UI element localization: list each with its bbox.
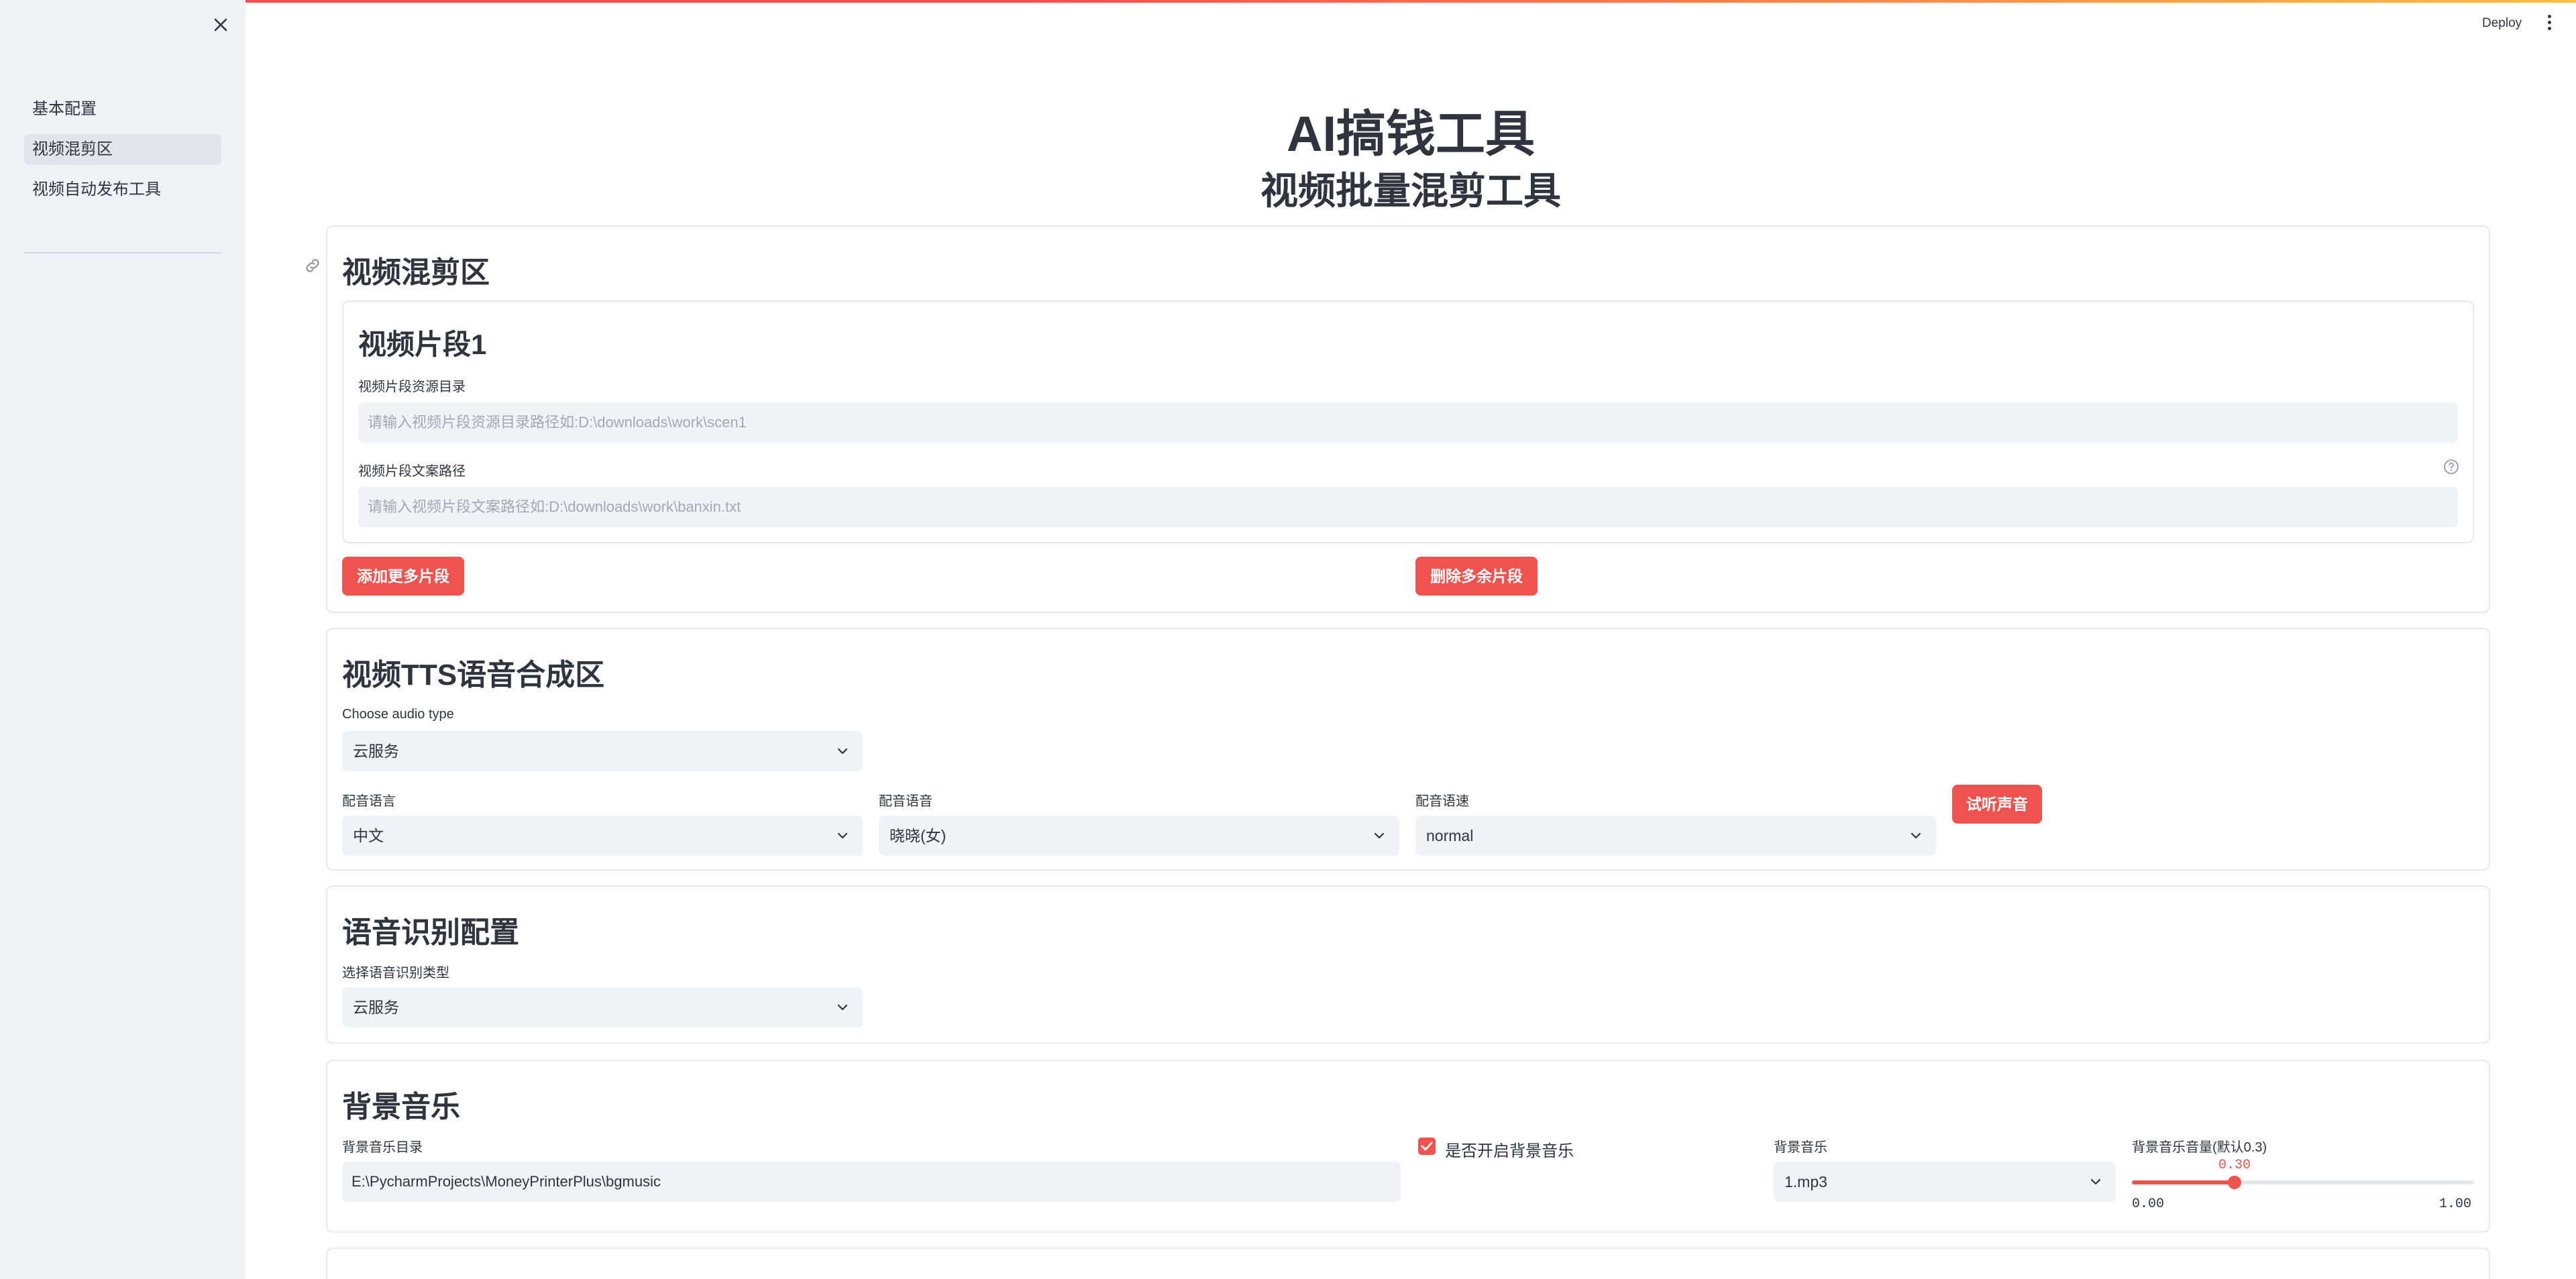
asr-type-label: 选择语音识别类型 [342, 966, 449, 981]
help-icon[interactable] [2443, 459, 2459, 475]
language-label: 配音语言 [342, 794, 396, 809]
bgm-music-value: 1.mp3 [1784, 1173, 1827, 1190]
bgm-dir-label: 背景音乐目录 [342, 1140, 423, 1155]
chevron-down-icon [837, 1004, 848, 1011]
close-icon[interactable] [212, 16, 229, 34]
bgm-section-title: 背景音乐 [342, 1091, 460, 1123]
bgm-volume-value: 0.30 [2218, 1158, 2251, 1173]
bgm-enable-checkbox[interactable] [1418, 1137, 1436, 1155]
video-mix-section-title: 视频混剪区 [342, 256, 490, 289]
bgm-volume-min: 0.00 [2132, 1197, 2165, 1212]
bgm-dir-input[interactable] [342, 1162, 1401, 1202]
chevron-down-icon [837, 748, 848, 755]
audio-type-label: Choose audio type [342, 707, 454, 722]
bgm-volume-fill [2132, 1180, 2235, 1184]
sidebar-item-auto-publish[interactable]: 视频自动发布工具 [24, 174, 221, 205]
language-value: 中文 [353, 827, 384, 844]
tts-section: 视频TTS语音合成区 Choose audio type 云服务 配音语言 中文… [326, 628, 2490, 871]
next-section [326, 1247, 2490, 1279]
bgm-section: 背景音乐 背景音乐目录 是否开启背景音乐 背景音乐 1.mp3 背景音乐音量(默… [326, 1060, 2490, 1233]
segment-dir-input[interactable] [358, 402, 2458, 443]
page-subtitle: 视频批量混剪工具 [1260, 170, 1561, 212]
segment-text-input[interactable] [358, 487, 2458, 527]
chevron-down-icon [837, 832, 848, 839]
vertical-dots-icon[interactable] [2546, 15, 2552, 34]
video-mix-section: 视频混剪区 视频片段1 视频片段资源目录 视频片段文案路径 添加更多片段 删除多… [326, 225, 2490, 613]
speed-label: 配音语速 [1415, 794, 1469, 809]
page-title: AI搞钱工具 [1287, 106, 1535, 162]
segment-text-label: 视频片段文案路径 [358, 464, 466, 479]
bgm-music-label: 背景音乐 [1774, 1140, 1827, 1155]
tts-section-title: 视频TTS语音合成区 [342, 659, 605, 691]
top-decoration-bar [0, 0, 2576, 3]
speed-value: normal [1426, 827, 1474, 844]
segment-dir-label: 视频片段资源目录 [358, 380, 466, 394]
bgm-volume-max: 1.00 [2439, 1197, 2472, 1212]
sidebar-divider [24, 252, 221, 254]
audio-type-value: 云服务 [353, 742, 399, 760]
audio-type-select[interactable]: 云服务 [342, 731, 863, 771]
asr-section-title: 语音识别配置 [342, 916, 519, 949]
deploy-button[interactable]: Deploy [2482, 16, 2522, 31]
bgm-enable-label: 是否开启背景音乐 [1445, 1142, 1574, 1160]
check-icon [1421, 1142, 1433, 1151]
remove-segment-button[interactable]: 删除多余片段 [1415, 557, 1538, 596]
chevron-down-icon [2090, 1178, 2101, 1185]
voice-value: 晓晓(女) [890, 827, 947, 844]
asr-type-value: 云服务 [353, 999, 399, 1016]
sidebar-nav: 基本配置 视频混剪区 视频自动发布工具 [24, 94, 221, 215]
add-segment-button[interactable]: 添加更多片段 [342, 557, 464, 596]
chevron-down-icon [1911, 832, 1921, 839]
asr-section: 语音识别配置 选择语音识别类型 云服务 [326, 885, 2490, 1044]
link-icon[interactable] [303, 256, 322, 275]
chevron-down-icon [1374, 832, 1385, 839]
video-segment-card: 视频片段1 视频片段资源目录 视频片段文案路径 [342, 300, 2474, 543]
bgm-music-select[interactable]: 1.mp3 [1774, 1162, 2116, 1202]
preview-voice-button[interactable]: 试听声音 [1952, 785, 2042, 824]
sidebar: 基本配置 视频混剪区 视频自动发布工具 [0, 0, 246, 1279]
voice-label: 配音语音 [879, 794, 932, 809]
segment-title: 视频片段1 [358, 329, 487, 360]
bgm-volume-thumb[interactable] [2228, 1176, 2241, 1189]
sidebar-item-video-mix[interactable]: 视频混剪区 [24, 134, 221, 165]
sidebar-item-basic-config[interactable]: 基本配置 [24, 94, 221, 125]
asr-type-select[interactable]: 云服务 [342, 987, 863, 1027]
bgm-volume-label: 背景音乐音量(默认0.3) [2132, 1140, 2267, 1155]
speed-select[interactable]: normal [1415, 816, 1936, 856]
voice-select[interactable]: 晓晓(女) [879, 816, 1399, 856]
language-select[interactable]: 中文 [342, 816, 863, 856]
